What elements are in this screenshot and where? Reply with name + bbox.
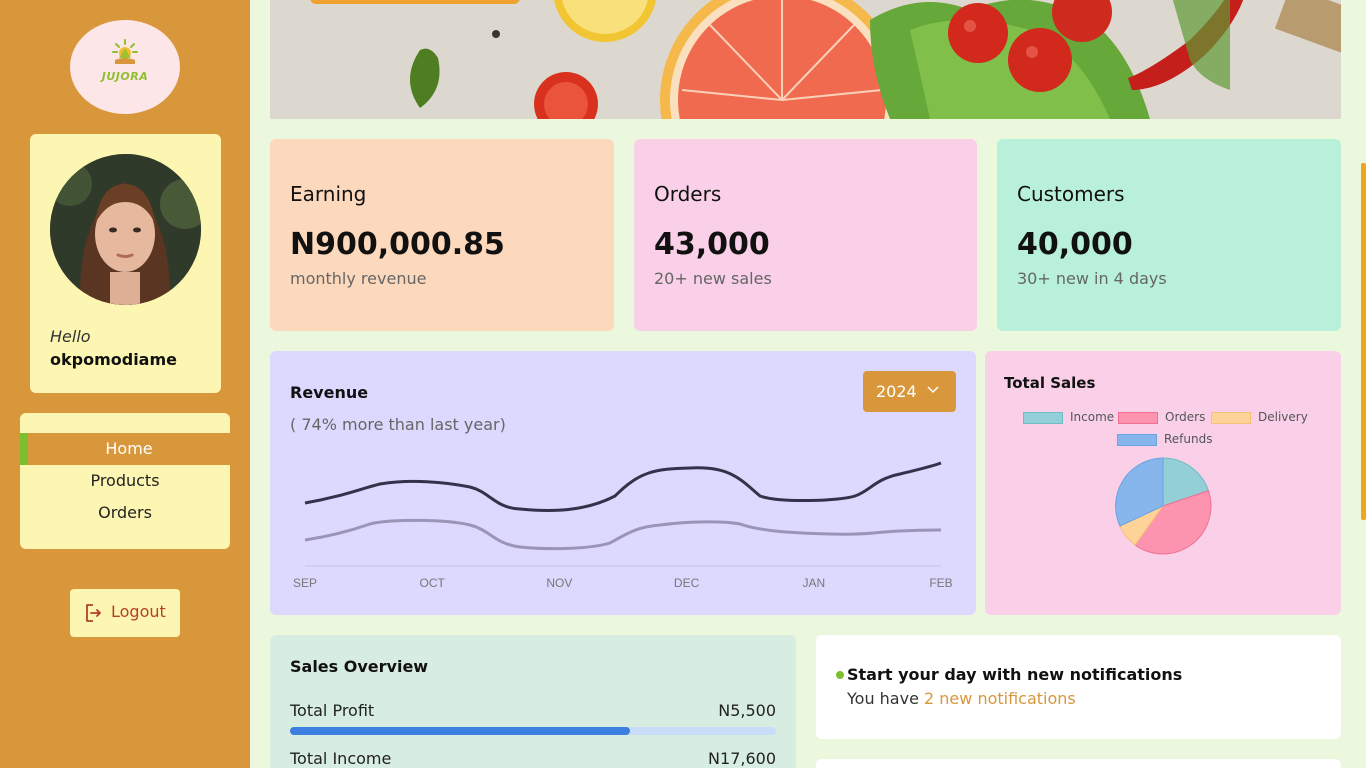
legend-label: Orders — [1165, 410, 1206, 424]
revenue-series-current — [304, 461, 942, 512]
profit-progress-fill — [290, 727, 631, 735]
stat-value: 43,000 — [654, 227, 770, 262]
notifications-prefix: You have — [847, 689, 925, 708]
x-axis-label-dec: DEC — [673, 576, 700, 590]
stat-value: N900,000.85 — [290, 227, 505, 262]
stat-title: Customers — [1017, 182, 1125, 206]
sidebar-item-home[interactable]: Home — [20, 433, 230, 465]
brand-name: JUJORA — [101, 70, 149, 83]
stat-card-orders: Orders 43,000 20+ new sales — [634, 139, 977, 331]
profile-card: Hello okpomodiame — [30, 134, 221, 393]
logout-label: Logout — [111, 602, 166, 621]
next-card — [816, 759, 1341, 768]
sales-overview-title: Sales Overview — [290, 657, 429, 676]
x-axis-label-feb: FEB — [929, 576, 953, 590]
logout-icon — [86, 604, 101, 622]
scrollbar-thumb[interactable] — [1361, 163, 1366, 520]
logout-button[interactable]: Logout — [70, 589, 180, 637]
revenue-card: Revenue ( 74% more than last year) 2024 … — [270, 351, 976, 615]
username: okpomodiame — [50, 350, 177, 369]
stat-title: Orders — [654, 182, 722, 206]
avatar-image — [50, 154, 201, 305]
notifications-link[interactable]: 2 new notifications — [924, 689, 1076, 708]
overview-value: N17,600 — [708, 749, 776, 768]
x-axis-label-jan: JAN — [802, 576, 826, 590]
stat-card-customers: Customers 40,000 30+ new in 4 days — [997, 139, 1341, 331]
greeting-text: Hello — [50, 327, 91, 346]
x-axis-label-nov: NOV — [546, 576, 573, 590]
sidebar-nav: Home Products Orders — [20, 413, 230, 549]
status-dot — [836, 671, 844, 679]
stat-title: Earning — [290, 182, 367, 206]
sidebar-item-products[interactable]: Products — [20, 465, 230, 497]
total-sales-card: Total Sales Income Orders Delivery Refun… — [985, 351, 1341, 615]
sun-icon — [112, 39, 138, 64]
revenue-subtitle: ( 74% more than last year) — [290, 415, 506, 434]
sidebar: JUJORA Hello okpomodiame Home Products O… — [0, 0, 250, 768]
stat-subtitle: monthly revenue — [290, 269, 427, 288]
year-select[interactable]: 2024 — [863, 371, 956, 412]
sales-overview-card: Sales Overview Total Profit N5,500 Total… — [270, 635, 796, 768]
chevron-down-icon — [927, 386, 939, 394]
x-axis-label-oct: OCT — [419, 576, 445, 590]
stat-subtitle: 20+ new sales — [654, 269, 772, 288]
legend-label: Delivery — [1258, 410, 1308, 424]
hero-food-image — [270, 0, 1341, 119]
legend-label: Income — [1070, 410, 1115, 424]
legend-swatch — [1023, 412, 1063, 424]
profit-progress-bar — [290, 727, 776, 735]
stat-card-earning: Earning N900,000.85 monthly revenue — [270, 139, 614, 331]
notifications-title: Start your day with new notifications — [847, 665, 1183, 684]
revenue-title: Revenue — [290, 383, 369, 402]
total-sales-pie — [1115, 457, 1212, 555]
revenue-series-previous — [304, 518, 942, 551]
legend-label: Refunds — [1164, 432, 1213, 446]
legend-swatch — [1211, 412, 1251, 424]
legend-swatch — [1117, 434, 1157, 446]
overview-value: N5,500 — [718, 701, 776, 720]
x-axis-label-sep: SEP — [292, 576, 317, 590]
hero-banner — [270, 0, 1341, 119]
avatar — [50, 154, 201, 305]
notifications-card: Start your day with new notifications Yo… — [816, 635, 1341, 739]
total-sales-title: Total Sales — [1004, 374, 1096, 392]
stat-subtitle: 30+ new in 4 days — [1017, 269, 1167, 288]
stat-value: 40,000 — [1017, 227, 1133, 262]
year-select-value: 2024 — [876, 382, 917, 401]
notifications-text: You have 2 new notifications — [847, 689, 1076, 708]
overview-label: Total Profit — [290, 701, 375, 720]
brand-logo[interactable]: JUJORA — [70, 20, 180, 114]
sidebar-item-orders[interactable]: Orders — [20, 497, 230, 529]
legend-swatch — [1118, 412, 1158, 424]
overview-label: Total Income — [290, 749, 392, 768]
